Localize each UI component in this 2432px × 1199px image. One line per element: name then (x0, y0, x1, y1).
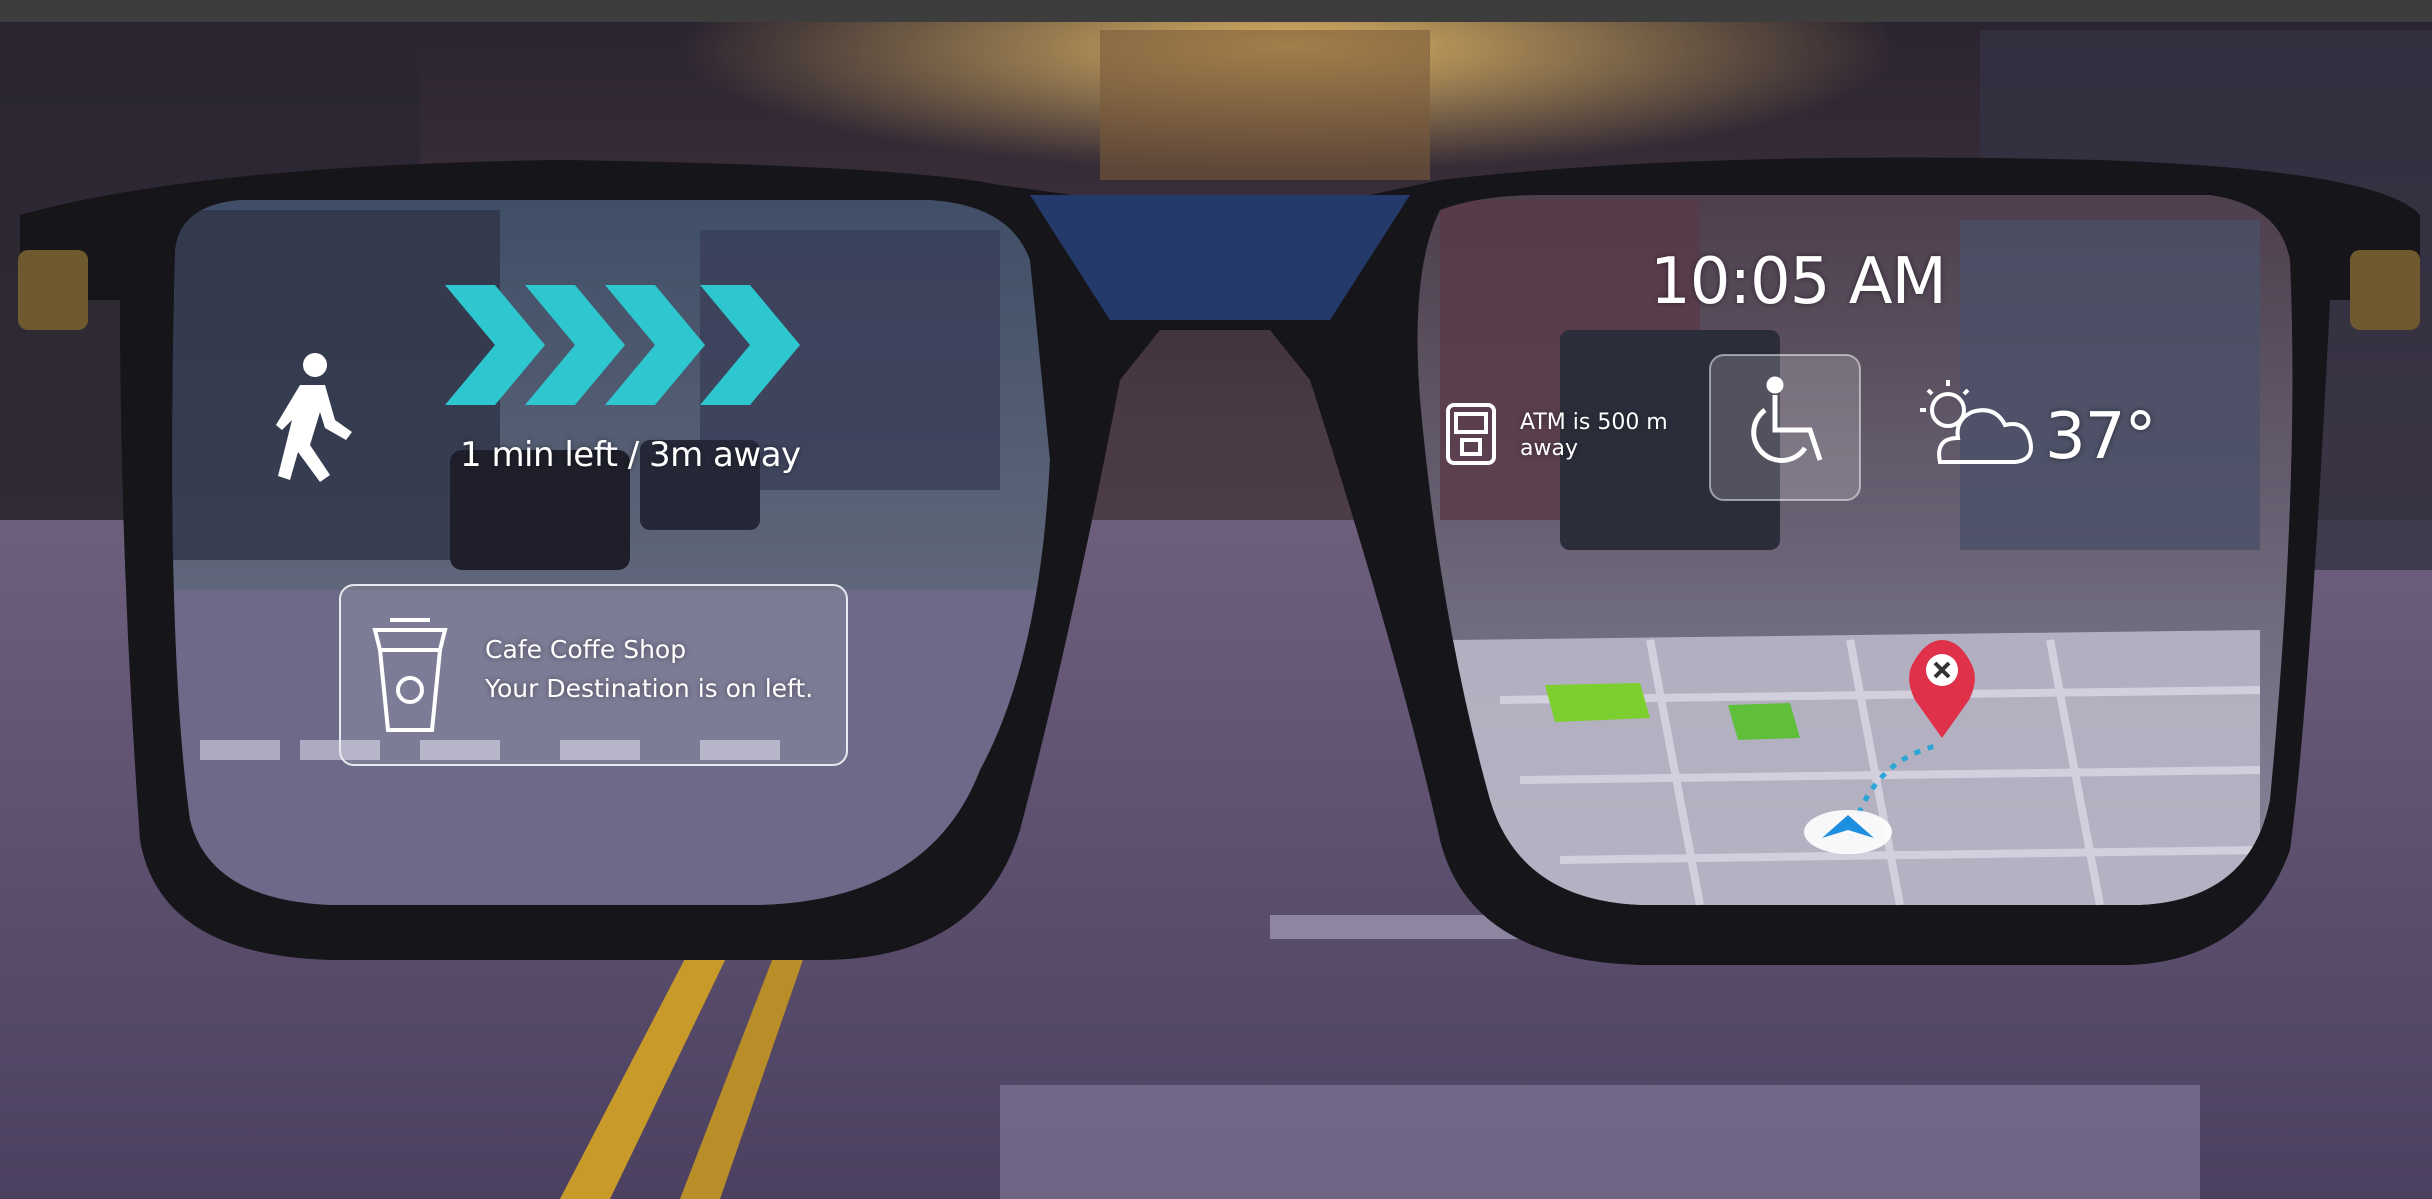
walk-status: 1 min left / 3m away (460, 435, 801, 475)
clock: 10:05 AM (1650, 245, 1947, 319)
hinge-right (2350, 250, 2420, 330)
temperature: 37° (2045, 400, 2156, 474)
destination-title: Cafe Coffe Shop (485, 635, 687, 664)
navigation-arrow-icon (1804, 810, 1892, 854)
destination-subtitle: Your Destination is on left. (485, 674, 814, 703)
atm-notice: ATM is 500 m away (1520, 410, 1668, 461)
map-park-block (1545, 683, 1650, 722)
hinge-left (18, 250, 88, 330)
map-park-block (1728, 703, 1800, 740)
scene (0, 22, 2432, 1199)
